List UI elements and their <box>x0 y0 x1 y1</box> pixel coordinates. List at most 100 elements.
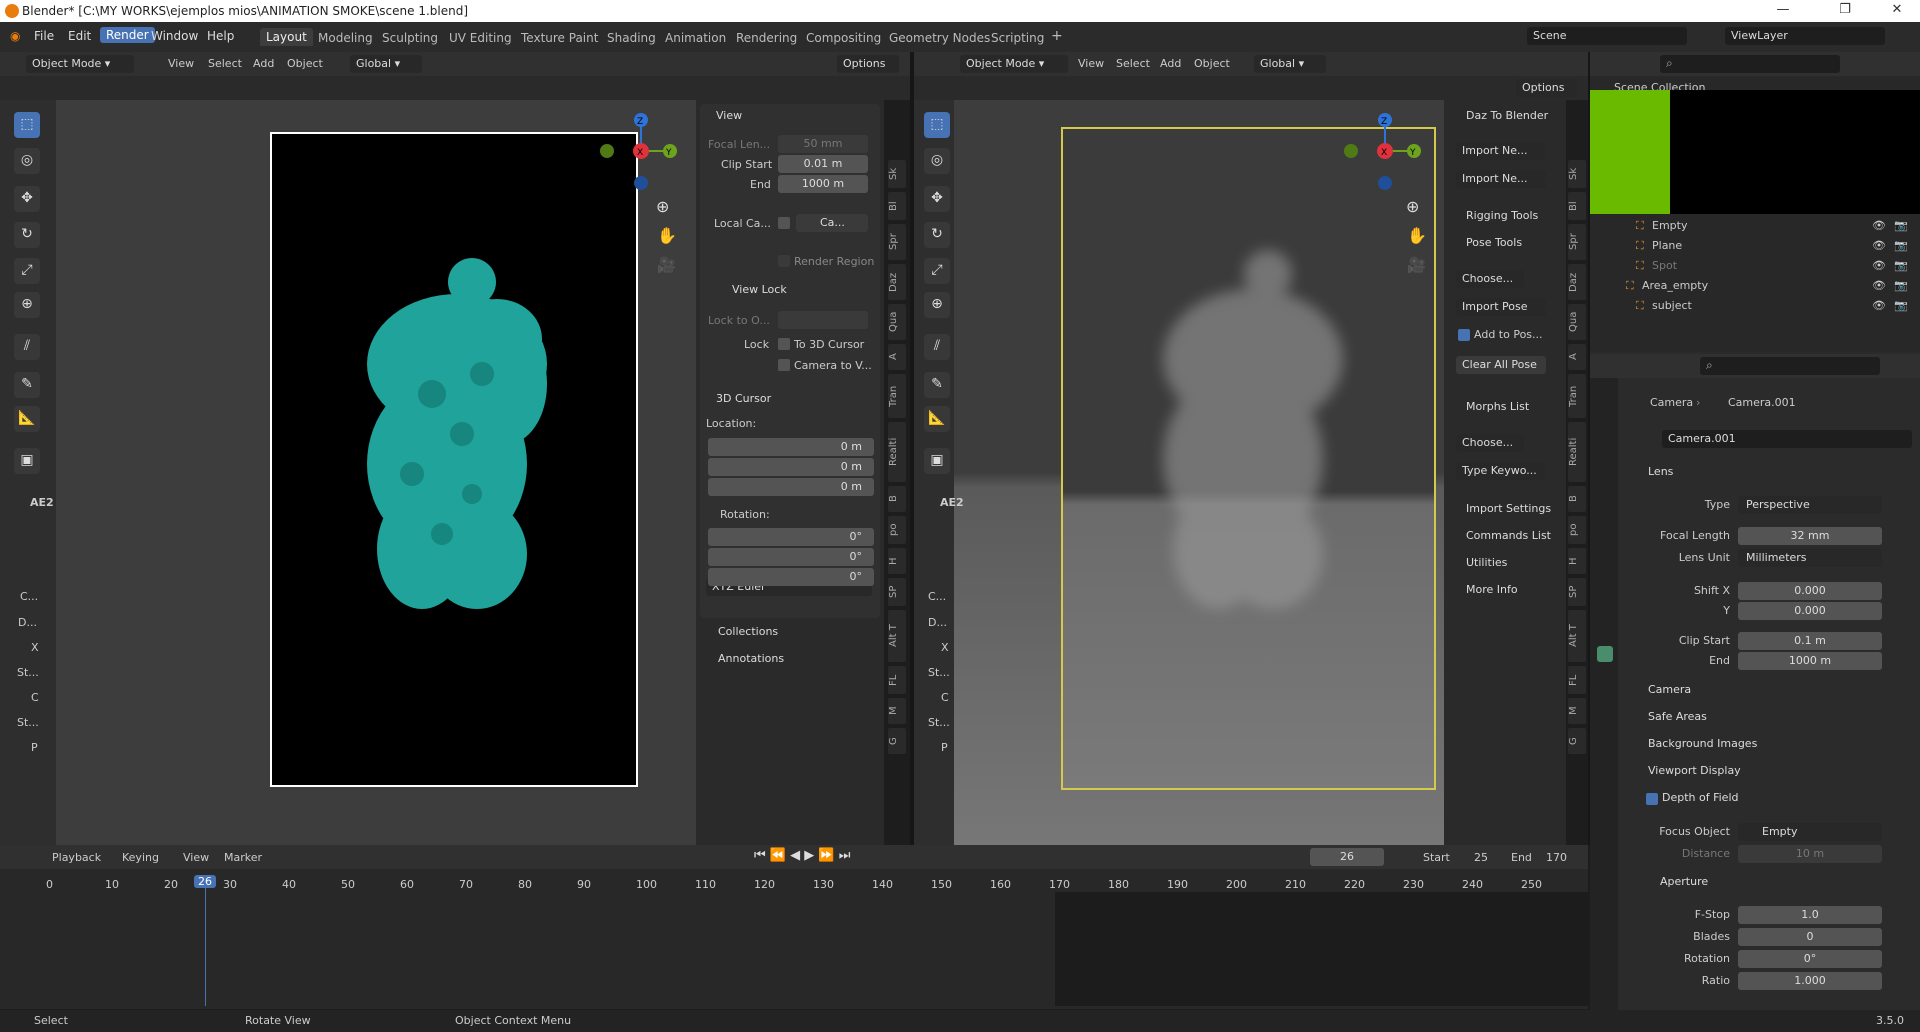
lock-to-object-field[interactable] <box>778 311 868 329</box>
menu-file[interactable]: File <box>34 29 54 43</box>
n-panel-tab-0[interactable]: Sk <box>1568 160 1586 188</box>
right-toolbar-item-st2[interactable]: St... <box>928 716 950 729</box>
n-panel-tab-5[interactable]: A <box>1568 344 1586 370</box>
import-settings-panel[interactable]: Import Settings <box>1466 502 1551 515</box>
prop-field-shift-y[interactable]: 0.000 <box>1738 602 1882 620</box>
visibility-eye-icon[interactable]: 👁 <box>1872 239 1886 252</box>
prop-section-dof[interactable]: Depth of Field <box>1662 791 1739 804</box>
scale-tool-icon[interactable]: ⤢ <box>14 258 40 284</box>
n-panel-tab-4[interactable]: Qua <box>888 304 906 340</box>
import-pose-button[interactable]: Import Pose <box>1456 298 1546 316</box>
cursor-loc-field-y[interactable]: 0 m <box>708 458 874 476</box>
render-region-checkbox[interactable] <box>778 255 790 267</box>
n-panel-tab-15[interactable]: G <box>888 728 906 754</box>
visibility-eye-icon[interactable]: 👁 <box>1872 299 1886 312</box>
view-layer-selector[interactable]: ViewLayer <box>1725 27 1885 45</box>
left-menu-select[interactable]: Select <box>208 57 242 70</box>
right-menu-view[interactable]: View <box>1078 57 1104 70</box>
minimize-icon[interactable]: — <box>1760 2 1806 17</box>
left-toolbar-item-p[interactable]: P <box>31 741 38 754</box>
n-panel-tab-3[interactable]: Daz <box>888 264 906 300</box>
left-toolbar-item-st2[interactable]: St... <box>17 716 39 729</box>
prop-field-shift-x[interactable]: 0.000 <box>1738 582 1882 600</box>
right-toolbar-item-x[interactable]: X <box>941 641 949 654</box>
right-toolbar-item-c2[interactable]: C <box>941 691 949 704</box>
outliner-item-subject[interactable]: subject <box>1652 299 1692 312</box>
right-camera-view-icon[interactable]: 🎥 <box>1407 256 1426 274</box>
left-mode-selector[interactable]: Object Mode ▾ <box>26 55 134 73</box>
prop-field-blades[interactable]: 0 <box>1738 928 1882 946</box>
n-panel-tab-14[interactable]: M <box>1568 698 1586 724</box>
render-camera-icon[interactable]: 📷 <box>1894 259 1908 272</box>
timeline-menu-view[interactable]: View <box>183 851 209 864</box>
tab-uv-editing[interactable]: UV Editing <box>449 31 512 45</box>
utilities-panel[interactable]: Utilities <box>1466 556 1507 569</box>
n-panel-tab-2[interactable]: Spr <box>888 224 906 260</box>
right-toolbar-item-d[interactable]: D... <box>928 616 947 629</box>
choose-morph-dropdown[interactable]: Choose... <box>1456 434 1524 452</box>
right-options-button[interactable]: Options <box>1516 79 1578 97</box>
n-panel-tab-8[interactable]: B <box>888 486 906 512</box>
choose-pose-dropdown[interactable]: Choose... <box>1456 270 1524 288</box>
annotate-tool-icon[interactable]: ⫽ <box>924 334 950 360</box>
close-icon[interactable]: ✕ <box>1874 2 1920 17</box>
left-orientation-selector[interactable]: Global ▾ <box>350 55 422 73</box>
camera-data-name-field[interactable]: Camera.001 <box>1662 430 1912 448</box>
n-panel-tab-2[interactable]: Spr <box>1568 224 1586 260</box>
n-panel-tab-10[interactable]: H <box>888 548 906 574</box>
tab-texture-paint[interactable]: Texture Paint <box>521 31 598 45</box>
prop-field-type-value[interactable]: Perspective <box>1738 496 1882 514</box>
outliner-search-input[interactable] <box>1660 55 1840 73</box>
tab-scripting[interactable]: Scripting <box>991 31 1044 45</box>
focal-length-field[interactable]: 50 mm <box>778 135 868 153</box>
select-box-tool-icon[interactable]: ⬚ <box>14 112 40 138</box>
draw-tool-icon[interactable]: ✎ <box>924 372 950 398</box>
type-keyword-field[interactable]: Type Keywo... <box>1456 462 1546 480</box>
n-panel-tab-12[interactable]: Alt T <box>888 610 906 662</box>
left-camera-view-icon[interactable]: 🎥 <box>657 256 676 274</box>
n-panel-tab-9[interactable]: po <box>1568 516 1586 544</box>
blender-menu-icon[interactable]: ◉ <box>10 29 20 43</box>
clear-all-pose-button[interactable]: Clear All Pose <box>1456 356 1546 374</box>
left-pan-hand-icon[interactable]: ✋ <box>657 226 677 245</box>
prop-field-lens-unit[interactable]: Millimeters <box>1738 549 1882 567</box>
n-panel-tab-6[interactable]: Tran <box>888 374 906 418</box>
playback-controls[interactable]: ⏮ ⏪ ◀ ▶ ⏩ ⏭ <box>754 848 854 863</box>
n-panel-tab-6[interactable]: Tran <box>1568 374 1586 418</box>
move-tool-icon[interactable]: ✥ <box>14 186 40 212</box>
breadcrumb-data[interactable]: Camera.001 <box>1728 396 1796 409</box>
n-panel-tab-4[interactable]: Qua <box>1568 304 1586 340</box>
to-3d-cursor-checkbox[interactable] <box>778 338 790 350</box>
tab-animation[interactable]: Animation <box>665 31 726 45</box>
left-navigation-gizmo[interactable]: Z Y X <box>590 112 680 192</box>
prop-field-ratio[interactable]: 1.000 <box>1738 972 1882 990</box>
add-cube-tool-icon[interactable]: ▣ <box>924 448 950 474</box>
view-panel-title[interactable]: View <box>716 109 742 122</box>
cursor-tool-icon[interactable]: ◎ <box>924 148 950 174</box>
scale-tool-icon[interactable]: ⤢ <box>924 258 950 284</box>
n-panel-tab-12[interactable]: Alt T <box>1568 610 1586 662</box>
n-panel-tab-3[interactable]: Daz <box>1568 264 1586 300</box>
right-navigation-gizmo[interactable]: Z Y X <box>1334 112 1424 192</box>
add-cube-tool-icon[interactable]: ▣ <box>14 448 40 474</box>
right-menu-select[interactable]: Select <box>1116 57 1150 70</box>
collections-panel[interactable]: Collections <box>718 625 778 638</box>
outliner-item-spot[interactable]: Spot <box>1652 259 1677 272</box>
n-panel-tab-11[interactable]: SP <box>1568 578 1586 606</box>
tab-shading[interactable]: Shading <box>607 31 656 45</box>
n-panel-tab-14[interactable]: M <box>888 698 906 724</box>
left-zoom-icon[interactable]: ⊕ <box>656 197 669 216</box>
render-camera-icon[interactable]: 📷 <box>1894 299 1908 312</box>
render-camera-icon[interactable]: 📷 <box>1894 219 1908 232</box>
prop-field-focal-length[interactable]: 32 mm <box>1738 527 1882 545</box>
start-frame-value[interactable]: 25 <box>1474 851 1488 864</box>
timeline-menu-keying[interactable]: Keying <box>122 851 159 864</box>
visibility-eye-icon[interactable]: 👁 <box>1872 259 1886 272</box>
visibility-eye-icon[interactable]: 👁 <box>1872 279 1886 292</box>
maximize-icon[interactable]: ❐ <box>1822 2 1868 17</box>
right-mode-selector[interactable]: Object Mode ▾ <box>960 55 1068 73</box>
left-menu-view[interactable]: View <box>168 57 194 70</box>
prop-section-camera-section[interactable]: Camera <box>1648 683 1691 696</box>
left-menu-object[interactable]: Object <box>287 57 323 70</box>
move-tool-icon[interactable]: ✥ <box>924 186 950 212</box>
